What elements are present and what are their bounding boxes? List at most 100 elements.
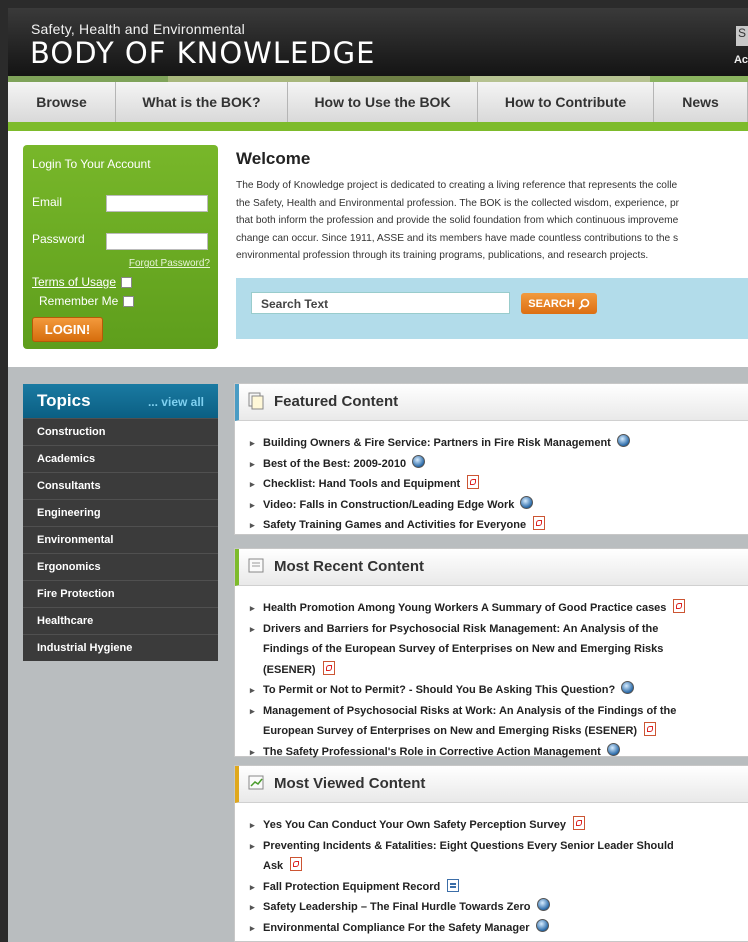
featured-list: Building Owners & Fire Service: Partners…	[235, 421, 748, 536]
content-item-title[interactable]: Preventing Incidents & Fatalities: Eight…	[263, 840, 674, 852]
terms-link[interactable]: Terms of Usage	[32, 275, 116, 289]
content-item-title[interactable]: Drivers and Barriers for Psychosocial Ri…	[263, 623, 658, 635]
content-list-item[interactable]: Management of Psychosocial Risks at Work…	[250, 701, 748, 742]
recent-content-title: Most Recent Content	[274, 558, 424, 575]
topics-title: Topics	[37, 391, 91, 410]
content-list-item[interactable]: Drivers and Barriers for Psychosocial Ri…	[250, 619, 748, 681]
content-list-item[interactable]: The Safety Professional's Role in Correc…	[250, 742, 748, 763]
login-button[interactable]: LOGIN!	[32, 317, 103, 342]
content-list-item[interactable]: Safety Training Games and Activities for…	[250, 515, 748, 536]
globe-icon[interactable]	[535, 918, 549, 932]
recent-list: Health Promotion Among Young Workers A S…	[235, 586, 748, 762]
search-button[interactable]: SEARCH	[521, 293, 597, 314]
search-box: Search Text SEARCH	[236, 278, 748, 339]
remember-label: Remember Me	[39, 294, 119, 308]
content-list-item[interactable]: Building Owners & Fire Service: Partners…	[250, 433, 748, 454]
welcome-line: The Body of Knowledge project is dedicat…	[236, 180, 678, 191]
featured-content-title: Featured Content	[274, 393, 399, 410]
password-field[interactable]	[106, 233, 208, 250]
content-item-title[interactable]: The Safety Professional's Role in Correc…	[263, 746, 601, 758]
viewed-list: Yes You Can Conduct Your Own Safety Perc…	[235, 803, 748, 938]
topic-item-fire-protection[interactable]: Fire Protection	[23, 580, 218, 607]
nav-how-to-contribute[interactable]: How to Contribute	[478, 82, 654, 122]
nav-browse[interactable]: Browse	[8, 82, 116, 122]
viewed-chart-icon	[248, 775, 264, 790]
content-item-title[interactable]: Findings of the European Survey of Enter…	[263, 643, 663, 655]
header-search-fragment[interactable]: S	[736, 26, 748, 46]
content-item-title[interactable]: Health Promotion Among Young Workers A S…	[263, 602, 666, 614]
header-account-fragment[interactable]: Ac	[734, 54, 748, 66]
site-tagline: Safety, Health and Environmental	[31, 21, 245, 37]
nav-what-is-bok[interactable]: What is the BOK?	[116, 82, 288, 122]
content-list-item[interactable]: Checklist: Hand Tools and Equipment	[250, 474, 748, 495]
content-item-title[interactable]: Ask	[263, 860, 283, 872]
globe-icon[interactable]	[616, 434, 630, 447]
topic-item-engineering[interactable]: Engineering	[23, 499, 218, 526]
recent-content-box: Most Recent Content Health Promotion Amo…	[234, 548, 748, 762]
topic-item-ergonomics[interactable]: Ergonomics	[23, 553, 218, 580]
content-list-item[interactable]: To Permit or Not to Permit? - Should You…	[250, 680, 748, 701]
remember-checkbox[interactable]	[123, 296, 135, 308]
nav-how-to-use[interactable]: How to Use the BOK	[288, 82, 478, 122]
content-item-title[interactable]: (ESENER)	[263, 664, 316, 676]
pdf-icon[interactable]	[290, 857, 303, 871]
content-item-title[interactable]: Environmental Compliance For the Safety …	[263, 922, 530, 934]
topics-view-all-link[interactable]: ... view all	[148, 395, 204, 409]
forgot-password-link[interactable]: Forgot Password?	[129, 258, 210, 269]
pdf-icon[interactable]	[644, 722, 657, 736]
topic-item-construction[interactable]: Construction	[23, 418, 218, 445]
welcome-text: The Body of Knowledge project is dedicat…	[236, 177, 748, 265]
search-icon	[578, 298, 590, 310]
content-list-item[interactable]: Best of the Best: 2009-2010	[250, 454, 748, 475]
content-item-title[interactable]: Video: Falls in Construction/Leading Edg…	[263, 499, 514, 511]
content-item-title[interactable]: Best of the Best: 2009-2010	[263, 458, 406, 470]
pdf-icon[interactable]	[467, 475, 480, 489]
content-item-title[interactable]: Yes You Can Conduct Your Own Safety Perc…	[263, 819, 566, 831]
search-input[interactable]: Search Text	[251, 292, 510, 314]
globe-icon[interactable]	[606, 742, 620, 756]
globe-icon[interactable]	[536, 898, 550, 911]
content-list-item[interactable]: Preventing Incidents & Fatalities: Eight…	[250, 836, 748, 877]
content-item-title[interactable]: Safety Training Games and Activities for…	[263, 519, 526, 531]
topic-item-healthcare[interactable]: Healthcare	[23, 607, 218, 634]
viewed-content-header: Most Viewed Content	[235, 766, 748, 803]
globe-icon[interactable]	[520, 495, 534, 509]
content-item-title[interactable]: Fall Protection Equipment Record	[263, 881, 440, 893]
topics-panel: Topics ... view all Construction Academi…	[23, 384, 218, 661]
content-list-item[interactable]: Environmental Compliance For the Safety …	[250, 918, 748, 939]
welcome-line: change can occur. Since 1911, ASSE and i…	[236, 232, 679, 244]
document-stack-icon	[248, 392, 264, 410]
doc-icon[interactable]	[447, 878, 460, 892]
pdf-icon[interactable]	[673, 599, 686, 613]
content-list-item[interactable]: Health Promotion Among Young Workers A S…	[250, 598, 748, 619]
topic-item-consultants[interactable]: Consultants	[23, 472, 218, 499]
globe-icon[interactable]	[621, 681, 635, 694]
content-list-item[interactable]: Safety Leadership – The Final Hurdle Tow…	[250, 897, 748, 918]
content-list-item[interactable]: Fall Protection Equipment Record	[250, 877, 748, 898]
globe-icon[interactable]	[412, 454, 426, 468]
login-panel: Login To Your Account Email Password For…	[23, 145, 218, 349]
terms-checkbox[interactable]	[121, 277, 133, 289]
site-logo-title[interactable]: BODY OF KNOWLEDGE	[30, 36, 375, 70]
content-list-item[interactable]: Video: Falls in Construction/Leading Edg…	[250, 495, 748, 516]
pdf-icon[interactable]	[572, 816, 585, 830]
nav-news[interactable]: News	[654, 82, 748, 122]
content-list-item[interactable]: Yes You Can Conduct Your Own Safety Perc…	[250, 815, 748, 836]
content-item-title[interactable]: European Survey of Enterprises on New an…	[263, 725, 637, 737]
content-item-title[interactable]: Safety Leadership – The Final Hurdle Tow…	[263, 901, 531, 913]
topic-item-academics[interactable]: Academics	[23, 445, 218, 472]
content-item-title[interactable]: Checklist: Hand Tools and Equipment	[263, 478, 460, 490]
password-label: Password	[32, 232, 85, 246]
welcome-line: environmental profession through its tra…	[236, 250, 649, 261]
pdf-icon[interactable]	[322, 660, 335, 675]
content-item-title[interactable]: Management of Psychosocial Risks at Work…	[263, 705, 676, 717]
content-item-title[interactable]: Building Owners & Fire Service: Partners…	[263, 437, 611, 449]
viewed-content-title: Most Viewed Content	[274, 775, 426, 792]
topic-item-industrial-hygiene[interactable]: Industrial Hygiene	[23, 634, 218, 661]
topic-item-environmental[interactable]: Environmental	[23, 526, 218, 553]
content-item-title[interactable]: To Permit or Not to Permit? - Should You…	[263, 684, 615, 696]
pdf-icon[interactable]	[533, 516, 546, 530]
email-field[interactable]	[106, 195, 208, 212]
site-header: Safety, Health and Environmental BODY OF…	[8, 8, 748, 76]
viewed-content-box: Most Viewed Content Yes You Can Conduct …	[234, 765, 748, 942]
